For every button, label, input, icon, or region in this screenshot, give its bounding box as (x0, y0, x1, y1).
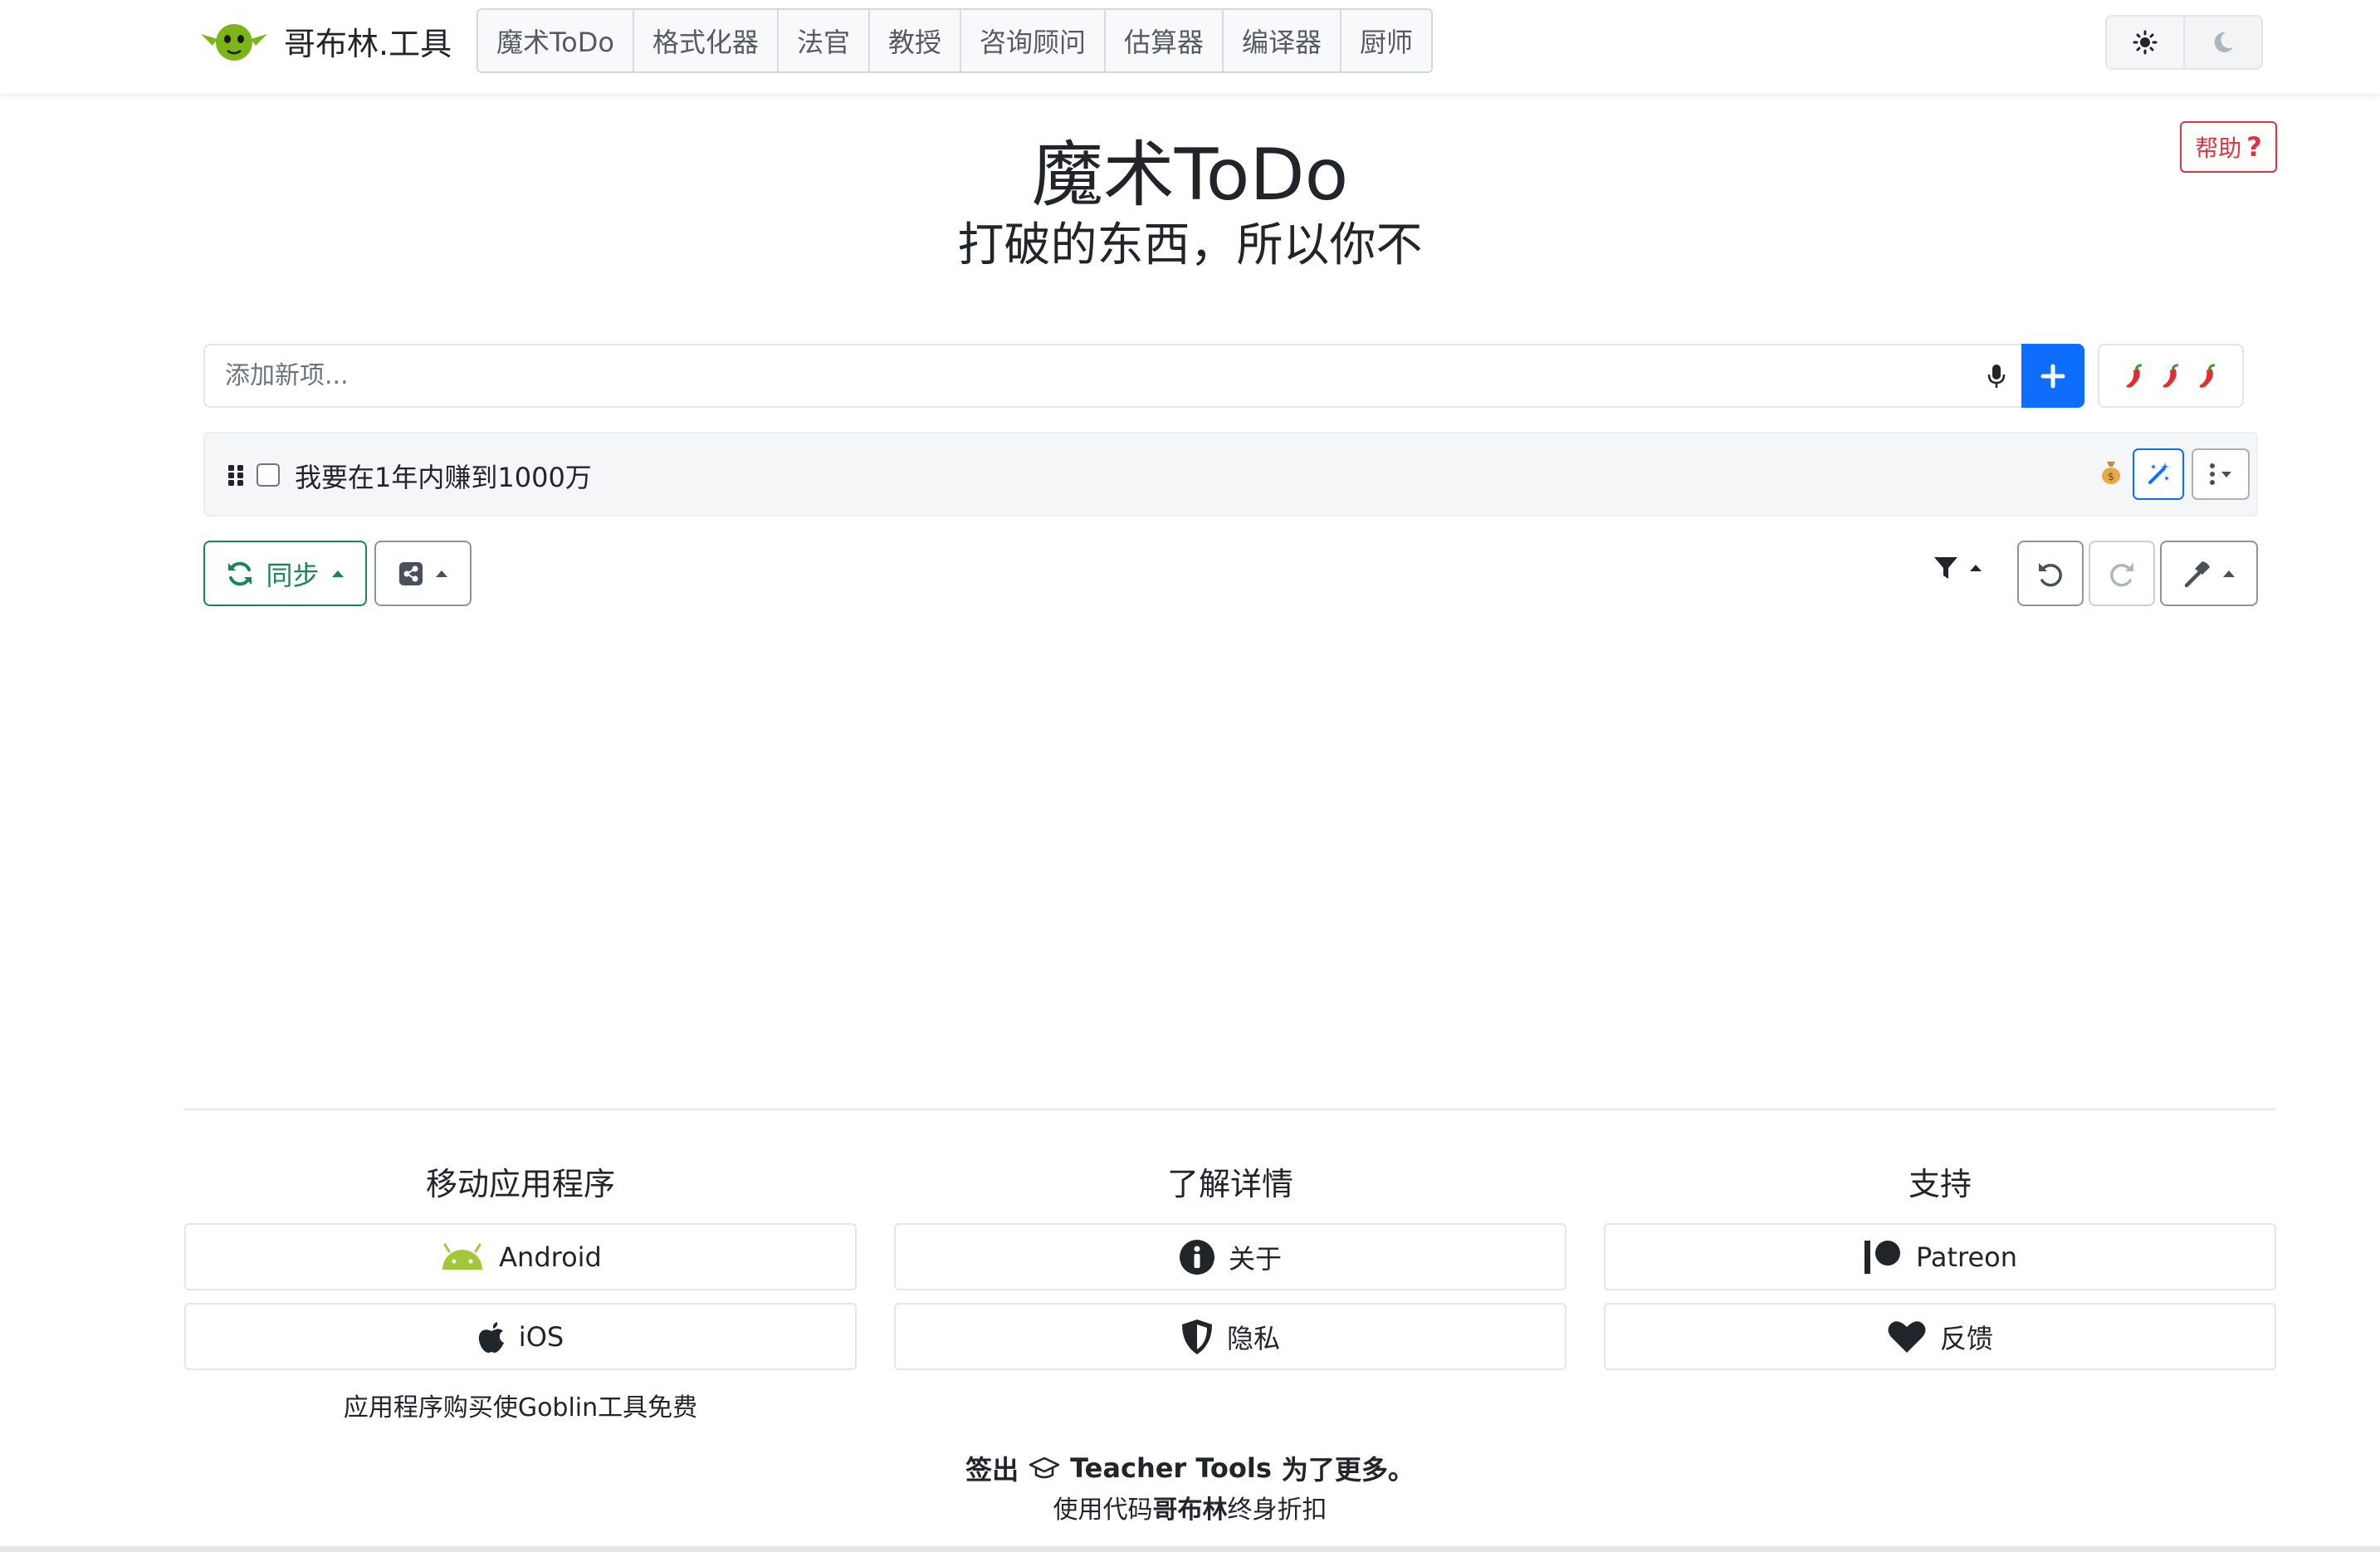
magic-wand-icon (2148, 463, 2169, 484)
money-bag-icon: $ (2099, 458, 2123, 492)
shield-icon (1181, 1319, 1212, 1354)
feedback-button[interactable]: 反馈 (1604, 1303, 2276, 1370)
drag-handle-icon[interactable] (227, 463, 245, 487)
feedback-label: 反馈 (1939, 1322, 1993, 1354)
chili-icon (2126, 363, 2143, 388)
theme-toggle (2105, 15, 2263, 70)
add-item-button[interactable] (2021, 344, 2084, 408)
tab-formatter[interactable]: 格式化器 (632, 10, 777, 71)
sun-icon (2133, 30, 2158, 55)
undo-button[interactable] (2017, 541, 2084, 606)
filter-icon (1934, 557, 1957, 579)
apple-icon (478, 1321, 504, 1353)
tab-estimator[interactable]: 估算器 (1103, 10, 1222, 71)
tab-professor[interactable]: 教授 (867, 10, 960, 71)
brand-link[interactable]: 哥布林.工具 (199, 12, 452, 70)
ios-label: iOS (518, 1320, 564, 1353)
android-label: Android (499, 1241, 602, 1273)
microphone-icon (1987, 364, 2006, 388)
voice-input-button[interactable] (1972, 344, 2021, 408)
new-item-group (203, 344, 2084, 408)
redo-button[interactable] (2089, 541, 2155, 606)
heart-icon (1888, 1320, 1926, 1353)
tab-magic-todo[interactable]: 魔术ToDo (478, 10, 633, 71)
android-button[interactable]: Android (184, 1223, 857, 1290)
patreon-label: Patreon (1915, 1241, 2017, 1273)
about-button[interactable]: 关于 (894, 1223, 1566, 1290)
spiciness-button[interactable] (2098, 344, 2244, 408)
more-vertical-icon (2210, 463, 2215, 485)
promo-suffix: 为了更多。 (1281, 1454, 1415, 1486)
dark-theme-button[interactable] (2185, 17, 2261, 68)
caret-up-icon (2223, 570, 2235, 577)
tab-consultant[interactable]: 咨询顾问 (959, 10, 1104, 71)
sync-label: 同步 (266, 559, 320, 591)
filter-button[interactable] (1933, 555, 1982, 581)
about-label: 关于 (1228, 1242, 1282, 1275)
discount-prefix: 使用代码 (1053, 1496, 1153, 1525)
graduation-cap-icon (1029, 1457, 1060, 1479)
footer-heading-mobile: 移动应用程序 (425, 1166, 615, 1202)
moon-icon (2214, 32, 2233, 52)
caret-up-icon (1970, 565, 1982, 571)
patreon-icon (1864, 1240, 1900, 1274)
item-options-button[interactable] (2192, 448, 2250, 500)
privacy-label: 隐私 (1226, 1322, 1280, 1354)
tool-tabs: 魔术ToDo 格式化器 法官 教授 咨询顾问 估算器 编译器 厨师 (476, 8, 1434, 73)
share-button[interactable] (374, 541, 472, 606)
redo-icon (2110, 562, 2133, 586)
caret-down-icon (2221, 472, 2231, 477)
tools-button[interactable] (2160, 541, 2258, 606)
light-theme-button[interactable] (2107, 17, 2185, 68)
patreon-button[interactable]: Patreon (1604, 1223, 2276, 1290)
caret-up-icon (331, 570, 344, 577)
goblin-logo-icon (201, 24, 267, 61)
footer-heading-support: 支持 (1908, 1166, 1972, 1202)
chili-icon (2163, 363, 2179, 388)
chili-icon (2199, 363, 2216, 388)
sync-icon (228, 561, 252, 585)
page-bottom-border (0, 1546, 2380, 1552)
share-icon (398, 561, 423, 585)
ios-button[interactable]: iOS (184, 1303, 857, 1370)
todo-text[interactable]: 我要在1年内赚到1000万 (295, 457, 592, 495)
caret-up-icon (435, 570, 447, 577)
todo-checkbox[interactable] (257, 463, 280, 487)
tab-judge[interactable]: 法官 (776, 10, 868, 71)
footer-divider (184, 1109, 2276, 1110)
undo-icon (2039, 562, 2062, 586)
discount-note: 使用代码哥布林终身折扣 (0, 1489, 2380, 1525)
hammer-icon (2184, 561, 2210, 587)
teacher-tools-link[interactable]: Teacher Tools (1070, 1452, 1272, 1484)
app-purchase-note: 应用程序购买使Goblin工具免费 (343, 1393, 698, 1422)
discount-suffix: 终身折扣 (1227, 1496, 1327, 1525)
svg-text:$: $ (2108, 471, 2114, 482)
page-subtitle: 打破的东西，所以你不 (957, 218, 1423, 272)
teacher-tools-promo: 签出 Teacher Tools 为了更多。 (0, 1449, 2380, 1487)
new-item-input[interactable] (203, 344, 1972, 408)
android-icon (442, 1243, 483, 1270)
tab-chef[interactable]: 厨师 (1340, 10, 1432, 71)
promo-prefix: 签出 (965, 1454, 1019, 1486)
page-title: 魔术ToDo (1031, 134, 1349, 217)
privacy-button[interactable]: 隐私 (894, 1303, 1566, 1370)
discount-code: 哥布林 (1152, 1496, 1228, 1525)
plus-icon (2040, 364, 2065, 388)
brand-name: 哥布林.工具 (284, 25, 452, 62)
sync-button[interactable]: 同步 (203, 541, 367, 606)
tab-compiler[interactable]: 编译器 (1222, 10, 1341, 71)
magic-breakdown-button[interactable] (2133, 448, 2184, 500)
footer-heading-learn: 了解详情 (1166, 1166, 1293, 1202)
todo-item: 我要在1年内赚到1000万 $ (203, 432, 2258, 517)
info-icon (1179, 1239, 1214, 1275)
